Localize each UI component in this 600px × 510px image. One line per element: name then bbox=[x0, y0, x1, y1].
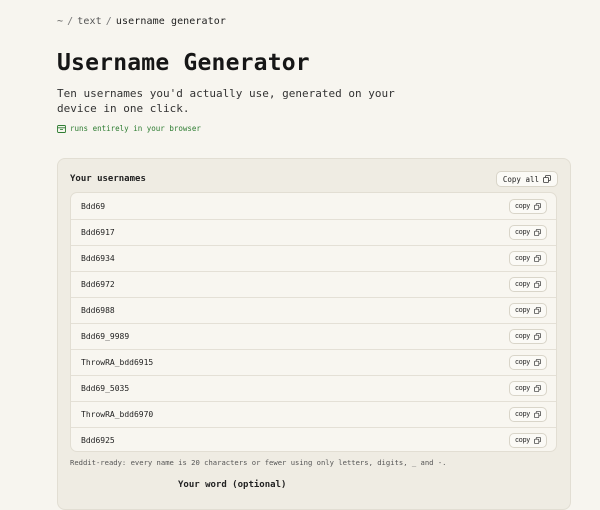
copy-label: copy bbox=[515, 254, 530, 262]
copy-username-button[interactable]: copy bbox=[509, 328, 547, 344]
copy-username-button[interactable]: copy bbox=[509, 432, 547, 448]
copy-username-button[interactable]: copy bbox=[509, 380, 547, 396]
username-text: Bdd6917 bbox=[81, 227, 115, 237]
word-input-label: Your word (optional) bbox=[178, 480, 287, 490]
row-divider bbox=[71, 219, 556, 220]
copy-icon bbox=[534, 410, 541, 418]
row-divider bbox=[71, 245, 556, 246]
breadcrumb-current: username generator bbox=[115, 16, 227, 27]
copy-label: copy bbox=[515, 332, 530, 340]
browser-icon bbox=[57, 124, 66, 133]
username-text: Bdd69_5035 bbox=[81, 383, 130, 393]
copy-label: copy bbox=[515, 202, 530, 210]
username-list: Bdd69 copy Bdd6917 copy Bdd6934 copy Bdd6972 co… bbox=[70, 192, 557, 452]
copy-icon bbox=[543, 175, 551, 183]
usernames-panel: Your usernames Copy all Bdd69 copy Bdd6917… bbox=[57, 158, 571, 510]
copy-icon bbox=[534, 384, 541, 392]
username-text: Bdd6988 bbox=[81, 305, 115, 315]
panel-title: Your usernames bbox=[70, 174, 146, 184]
copy-icon bbox=[534, 358, 541, 366]
row-divider bbox=[71, 401, 556, 402]
copy-label: copy bbox=[515, 436, 530, 444]
copy-icon bbox=[534, 254, 541, 262]
copy-username-button[interactable]: copy bbox=[509, 354, 547, 370]
username-text: Bdd69_9989 bbox=[81, 331, 130, 341]
copy-label: copy bbox=[515, 280, 530, 288]
username-text: Bdd6934 bbox=[81, 253, 115, 263]
username-row: Bdd6917 copy bbox=[71, 219, 556, 245]
copy-username-button[interactable]: copy bbox=[509, 406, 547, 422]
breadcrumb-separator: / bbox=[67, 16, 74, 27]
reddit-footnote: Reddit-ready: every name is 20 character… bbox=[70, 458, 447, 467]
copy-username-button[interactable]: copy bbox=[509, 302, 547, 318]
copy-username-button[interactable]: copy bbox=[509, 224, 547, 240]
breadcrumb-root[interactable]: ~ bbox=[57, 16, 63, 27]
row-divider bbox=[71, 271, 556, 272]
username-text: Bdd69 bbox=[81, 201, 106, 211]
username-text: Bdd6972 bbox=[81, 279, 115, 289]
breadcrumb: ~ / text / username generator bbox=[57, 16, 226, 27]
username-row: Bdd6972 copy bbox=[71, 271, 556, 297]
page-title: Username Generator bbox=[57, 50, 310, 76]
copy-label: copy bbox=[515, 410, 530, 418]
row-divider bbox=[71, 427, 556, 428]
copy-icon bbox=[534, 332, 541, 340]
row-divider bbox=[71, 375, 556, 376]
username-text: ThrowRA_bdd6970 bbox=[81, 409, 154, 419]
row-divider bbox=[71, 349, 556, 350]
username-row: Bdd6925 copy bbox=[71, 427, 556, 453]
username-row: Bdd69 copy bbox=[71, 193, 556, 219]
username-row: Bdd69_5035 copy bbox=[71, 375, 556, 401]
username-text: ThrowRA_bdd6915 bbox=[81, 357, 154, 367]
copy-icon bbox=[534, 280, 541, 288]
copy-label: copy bbox=[515, 358, 530, 366]
breadcrumb-section[interactable]: text bbox=[77, 16, 101, 27]
local-processing-badge: runs entirely in your browser bbox=[57, 124, 201, 133]
breadcrumb-separator: / bbox=[105, 16, 112, 27]
username-text: Bdd6925 bbox=[81, 435, 115, 445]
copy-icon bbox=[534, 306, 541, 314]
username-row: Bdd69_9989 copy bbox=[71, 323, 556, 349]
copy-username-button[interactable]: copy bbox=[509, 276, 547, 292]
username-row: Bdd6988 copy bbox=[71, 297, 556, 323]
copy-label: copy bbox=[515, 306, 530, 314]
copy-all-button[interactable]: Copy all bbox=[495, 171, 558, 187]
copy-icon bbox=[534, 436, 541, 444]
copy-username-button[interactable]: copy bbox=[509, 250, 547, 266]
page-subtitle: Ten usernames you'd actually use, genera… bbox=[57, 87, 395, 115]
copy-icon bbox=[534, 202, 541, 210]
username-row: ThrowRA_bdd6970 copy bbox=[71, 401, 556, 427]
username-row: ThrowRA_bdd6915 copy bbox=[71, 349, 556, 375]
copy-icon bbox=[534, 228, 541, 236]
badge-label: runs entirely in your browser bbox=[70, 124, 201, 133]
copy-username-button[interactable]: copy bbox=[509, 198, 547, 214]
row-divider bbox=[71, 323, 556, 324]
username-row: Bdd6934 copy bbox=[71, 245, 556, 271]
copy-all-label: Copy all bbox=[502, 174, 539, 184]
copy-label: copy bbox=[515, 228, 530, 236]
row-divider bbox=[71, 297, 556, 298]
copy-label: copy bbox=[515, 384, 530, 392]
